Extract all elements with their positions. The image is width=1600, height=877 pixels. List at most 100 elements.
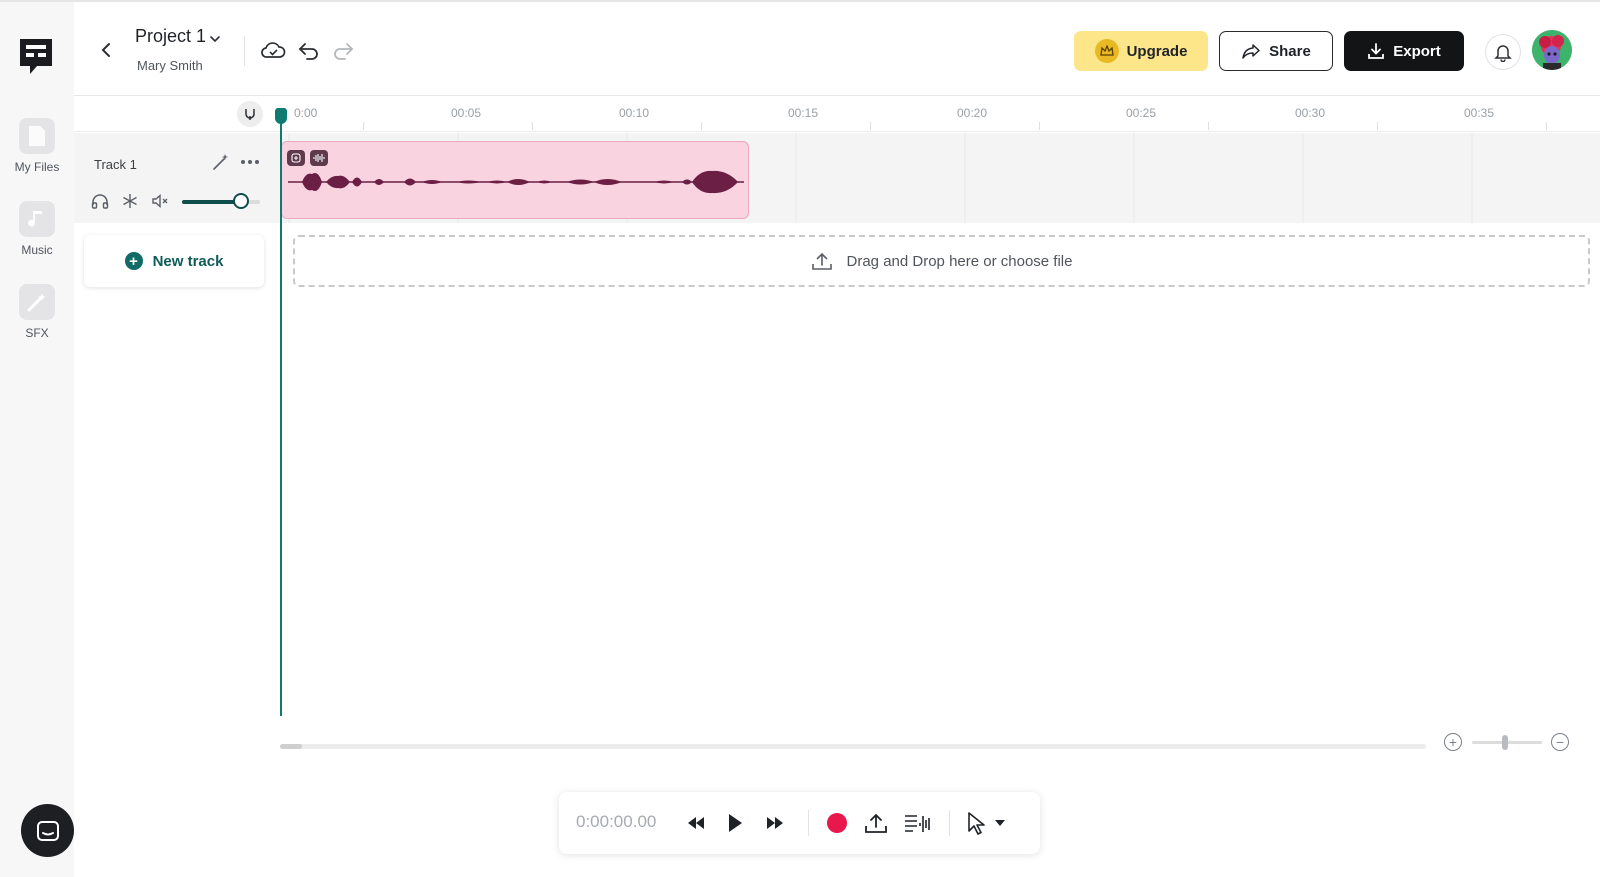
rewind-icon: [688, 817, 704, 829]
upload-icon: [811, 252, 832, 270]
zoom-out-icon: −: [1555, 734, 1565, 750]
header-divider: [244, 36, 245, 66]
upload-icon: [865, 813, 887, 833]
timeline-scrollbar[interactable]: [280, 744, 1426, 749]
tool-dropdown-button[interactable]: [991, 810, 1009, 836]
play-icon: [729, 814, 742, 832]
more-options-icon[interactable]: [240, 152, 260, 172]
file-dropzone[interactable]: Drag and Drop here or choose file: [293, 235, 1590, 287]
zoom-slider-handle[interactable]: [1502, 735, 1508, 750]
left-rail: My Files Music SFX: [0, 2, 74, 877]
ruler-tick-label: 0:00: [294, 106, 318, 120]
ruler-tick: [701, 122, 702, 130]
volume-slider-fill: [182, 200, 241, 204]
new-track-button[interactable]: + New track: [84, 235, 264, 287]
ruler-tick-label: 00:30: [1295, 106, 1326, 120]
undo-button[interactable]: [295, 37, 323, 63]
timecode: 0:00:00.00: [576, 812, 657, 831]
select-tool-button[interactable]: [963, 810, 991, 836]
rail-item-sfx[interactable]: SFX: [0, 284, 74, 340]
redo-icon: [334, 43, 354, 60]
fast-forward-button[interactable]: [761, 810, 789, 836]
zoom-slider[interactable]: [1472, 735, 1542, 750]
ruler-tick-label: 00:25: [1126, 106, 1157, 120]
upgrade-button[interactable]: Upgrade: [1074, 31, 1208, 71]
redo-button[interactable]: [329, 37, 357, 63]
undo-icon: [298, 43, 318, 60]
headphones-icon[interactable]: [90, 191, 110, 211]
export-button[interactable]: Export: [1344, 31, 1464, 71]
fast-forward-icon: [767, 817, 783, 829]
rail-item-my-files[interactable]: My Files: [0, 118, 74, 174]
track-header: Track 1: [74, 133, 274, 223]
timeline-ruler[interactable]: 0:00 00:05 00:10 00:15 00:20 00:25 00:30…: [74, 96, 1600, 132]
magic-wand-icon: [19, 284, 55, 320]
track-row: Track 1: [74, 133, 1600, 223]
plus-icon: +: [124, 252, 143, 270]
transport-bar: 0:00:00.00: [559, 792, 1040, 854]
ruler-tick-label: 00:35: [1464, 106, 1495, 120]
transport-divider: [808, 810, 809, 836]
cursor-icon: [968, 812, 985, 835]
share-label: Share: [1269, 42, 1311, 60]
magnet-icon: [245, 109, 255, 120]
notifications-button[interactable]: [1485, 34, 1521, 70]
snap-toggle-button[interactable]: [237, 101, 263, 127]
ruler-tick: [532, 122, 533, 130]
rail-item-label: SFX: [25, 326, 49, 340]
project-owner: Mary Smith: [137, 58, 203, 73]
share-button[interactable]: Share: [1219, 31, 1333, 71]
timeline-scrollbar-thumb[interactable]: [280, 744, 302, 749]
ruler-tick: [1039, 122, 1040, 130]
clip-waveform: [288, 170, 744, 194]
track-name[interactable]: Track 1: [94, 157, 137, 172]
avatar[interactable]: [1532, 30, 1572, 70]
rewind-button[interactable]: [682, 810, 710, 836]
ruler-tick-label: 00:20: [957, 106, 988, 120]
file-icon: [19, 118, 55, 154]
app-logo-icon[interactable]: [17, 36, 55, 76]
upload-button[interactable]: [862, 810, 890, 836]
ruler-tick-label: 00:15: [788, 106, 819, 120]
caret-down-icon: [995, 820, 1005, 826]
ruler-tick-label: 00:10: [619, 106, 650, 120]
ruler-tick: [1377, 122, 1378, 130]
help-chat-button[interactable]: [21, 804, 74, 857]
download-icon: [1368, 43, 1385, 59]
volume-slider[interactable]: [182, 193, 260, 209]
play-button[interactable]: [721, 810, 749, 836]
record-button[interactable]: [823, 810, 851, 836]
freeze-icon[interactable]: [120, 191, 140, 211]
chevron-down-icon[interactable]: [208, 32, 222, 46]
chevron-left-icon: [101, 43, 110, 57]
upgrade-label: Upgrade: [1126, 42, 1188, 60]
dropzone-label: Drag and Drop here or choose file: [846, 252, 1073, 270]
ruler-tick: [1546, 122, 1547, 130]
zoom-out-button[interactable]: −: [1551, 733, 1569, 751]
top-header: Project 1 Mary Smith Upgrade Share Expor…: [74, 2, 1600, 96]
volume-slider-handle[interactable]: [232, 193, 249, 209]
zoom-in-button[interactable]: +: [1444, 733, 1462, 751]
zoom-in-icon: +: [1448, 734, 1458, 750]
ruler-tick: [1208, 122, 1209, 130]
cloud-sync-icon[interactable]: [259, 37, 287, 63]
new-track-label: New track: [152, 252, 224, 270]
playhead-handle[interactable]: [275, 108, 287, 124]
audio-levels-icon: [905, 815, 930, 832]
audio-clip[interactable]: [281, 141, 749, 219]
ruler-tick: [870, 122, 871, 130]
music-note-icon: [19, 201, 55, 237]
record-icon: [827, 813, 847, 833]
ruler-tick: [363, 122, 364, 130]
chat-icon: [36, 820, 59, 841]
back-button[interactable]: [94, 38, 118, 62]
magic-wand-icon[interactable]: [211, 152, 231, 172]
transport-divider: [949, 810, 950, 836]
mute-icon[interactable]: [150, 191, 170, 211]
app-window: My Files Music SFX Project 1 Mary Smith …: [0, 0, 1600, 877]
ruler-tick-label: 00:05: [451, 106, 482, 120]
project-title[interactable]: Project 1: [135, 26, 206, 47]
rail-item-music[interactable]: Music: [0, 201, 74, 257]
bell-icon: [1494, 45, 1512, 62]
audio-levels-button[interactable]: [904, 810, 932, 836]
